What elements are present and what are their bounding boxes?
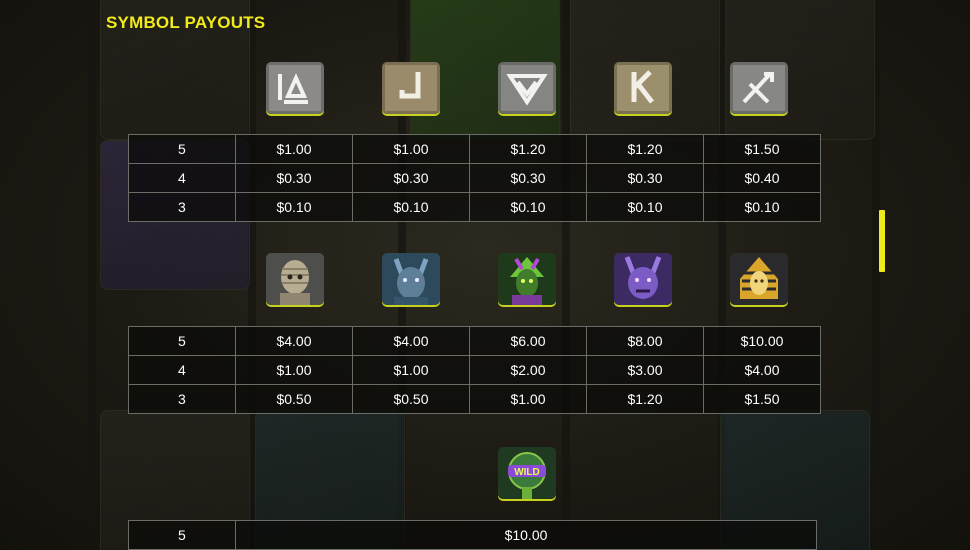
payout-value: $1.00 (469, 384, 587, 414)
payout-value: $0.50 (352, 384, 470, 414)
payout-value: $0.40 (703, 163, 821, 193)
table-row: 4 $1.00 $1.00 $2.00 $3.00 $4.00 (128, 355, 821, 385)
payout-value: $4.00 (703, 355, 821, 385)
ace-rune-icon (730, 62, 788, 114)
wild-symbol-icon: WILD (498, 447, 556, 499)
payout-value: $10.00 (703, 326, 821, 356)
payout-value: $3.00 (586, 355, 704, 385)
match-count: 5 (128, 520, 236, 550)
payout-value: $1.00 (352, 134, 470, 164)
payout-value: $0.10 (469, 192, 587, 222)
green-pharaoh-icon (498, 253, 556, 305)
table-row: 3 $0.50 $0.50 $1.00 $1.20 $1.50 (128, 384, 821, 414)
payout-value: $0.10 (586, 192, 704, 222)
match-count: 4 (128, 163, 236, 193)
low-symbols-paytable: 5 $1.00 $1.00 $1.20 $1.20 $1.50 4 $0.30 … (128, 134, 821, 222)
payout-value: $1.00 (235, 134, 353, 164)
payout-value: $1.50 (703, 384, 821, 414)
match-count: 3 (128, 192, 236, 222)
payout-value: $0.30 (586, 163, 704, 193)
table-row: 5 $10.00 (128, 520, 817, 550)
payout-value: $0.50 (235, 384, 353, 414)
reel-divider (562, 0, 570, 550)
payout-value: $0.30 (352, 163, 470, 193)
ten-rune-icon (266, 62, 324, 114)
payout-value: $2.00 (469, 355, 587, 385)
payout-value: $1.20 (586, 384, 704, 414)
king-rune-icon (614, 62, 672, 114)
table-row: 5 $1.00 $1.00 $1.20 $1.20 $1.50 (128, 134, 821, 164)
payout-value: $0.10 (352, 192, 470, 222)
match-count: 5 (128, 326, 236, 356)
payout-value: $0.10 (235, 192, 353, 222)
payout-value: $4.00 (235, 326, 353, 356)
payout-value: $10.00 (235, 520, 817, 550)
match-count: 5 (128, 134, 236, 164)
table-row: 3 $0.10 $0.10 $0.10 $0.10 $0.10 (128, 192, 821, 222)
table-row: 4 $0.30 $0.30 $0.30 $0.30 $0.40 (128, 163, 821, 193)
jack-rune-icon (382, 62, 440, 114)
high-symbols-paytable: 5 $4.00 $4.00 $6.00 $8.00 $10.00 4 $1.00… (128, 326, 821, 414)
payout-value: $8.00 (586, 326, 704, 356)
payout-value: $0.30 (469, 163, 587, 193)
reel-divider (88, 0, 96, 550)
wild-label: WILD (514, 467, 540, 478)
match-count: 4 (128, 355, 236, 385)
payout-value: $1.00 (352, 355, 470, 385)
match-count: 3 (128, 384, 236, 414)
payout-value: $1.20 (469, 134, 587, 164)
mummy-icon (266, 253, 324, 305)
payout-value: $4.00 (352, 326, 470, 356)
purple-anubis-icon (614, 253, 672, 305)
payout-value: $6.00 (469, 326, 587, 356)
gold-pharaoh-icon (730, 253, 788, 305)
payout-value: $1.20 (586, 134, 704, 164)
page-title: SYMBOL PAYOUTS (106, 13, 266, 32)
payout-value: $0.30 (235, 163, 353, 193)
blue-anubis-icon (382, 253, 440, 305)
queen-rune-icon (498, 62, 556, 114)
payout-value: $1.00 (235, 355, 353, 385)
scrollbar-thumb[interactable] (879, 210, 885, 272)
payout-value: $1.50 (703, 134, 821, 164)
table-row: 5 $4.00 $4.00 $6.00 $8.00 $10.00 (128, 326, 821, 356)
payout-value: $0.10 (703, 192, 821, 222)
wild-paytable: 5 $10.00 (128, 520, 817, 550)
paytable-screen: SYMBOL PAYOUTS 5 $1.00 $1.00 $1.20 $1.20 (0, 0, 970, 550)
